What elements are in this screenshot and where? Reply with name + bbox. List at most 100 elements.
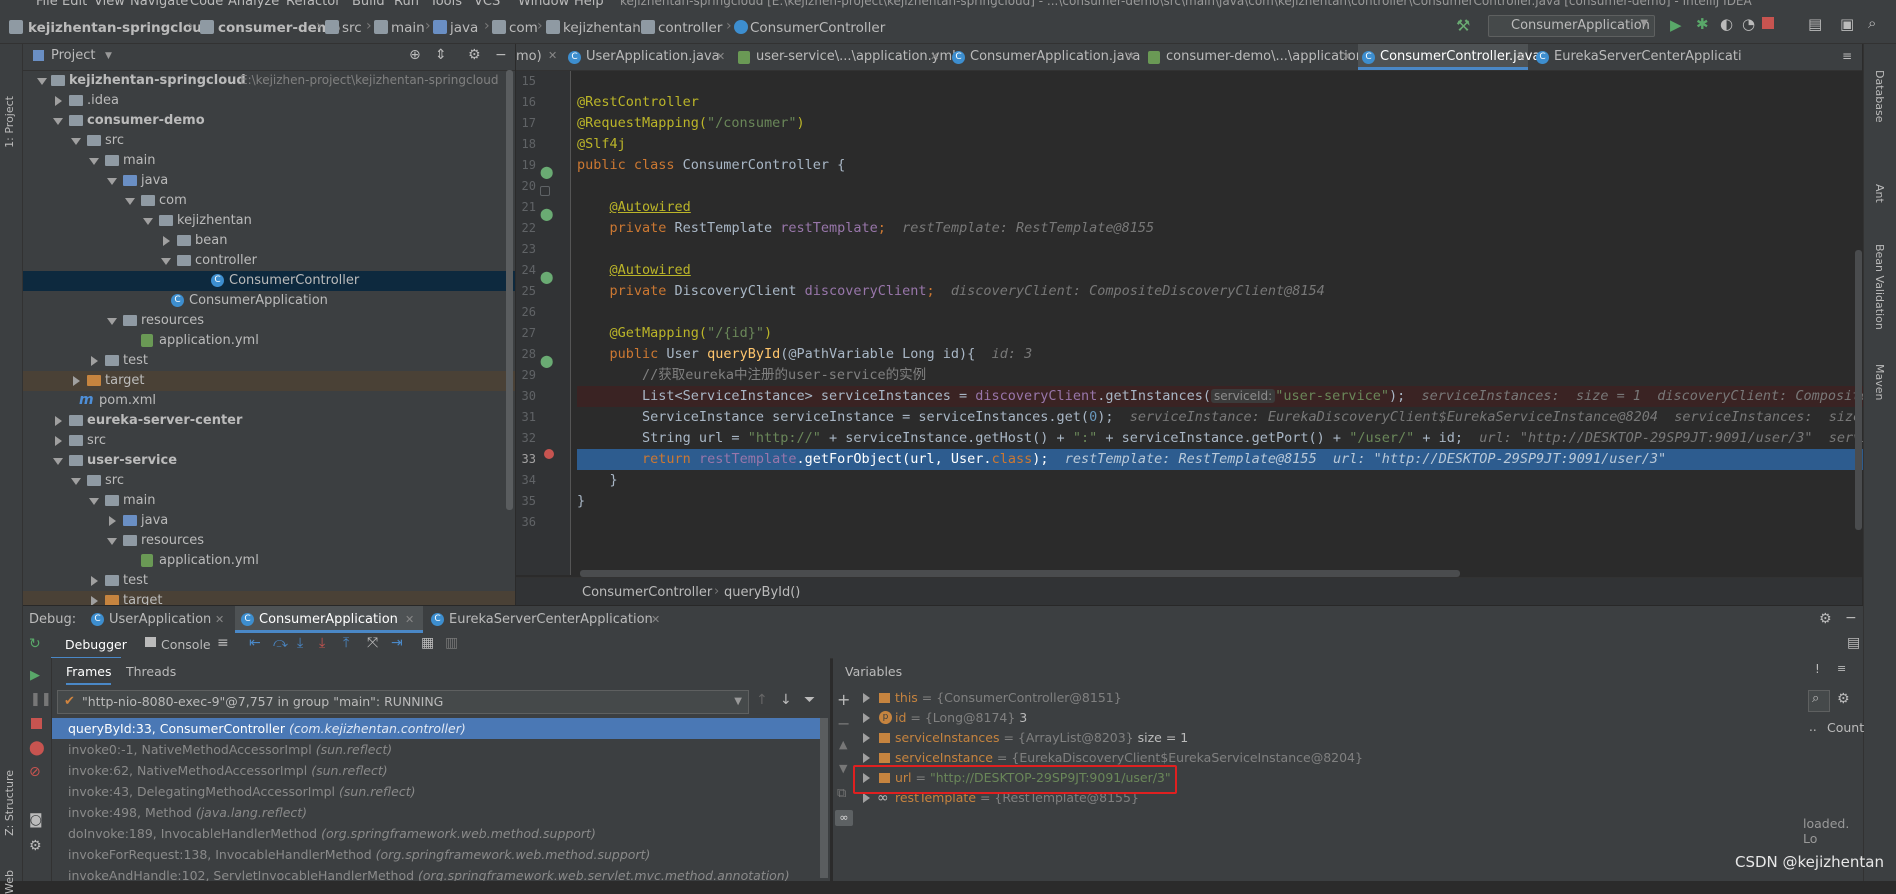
autowired-gutter-icon[interactable]: ⬤ [540,207,553,221]
run-to-cursor-icon[interactable]: ⇥ [391,635,403,651]
profile-icon[interactable]: ◔ [1742,15,1755,33]
coverage-icon[interactable]: ◐ [1720,15,1733,33]
editor-horizontal-scrollbar[interactable] [580,570,1460,577]
expand-arrow-icon[interactable] [107,178,117,185]
editor-vertical-scrollbar[interactable] [1855,250,1862,530]
gear-icon[interactable]: ⚙ [1837,691,1850,707]
frame-row[interactable]: invoke:43, DelegatingMethodAccessorImpl … [52,781,822,802]
count-column[interactable]: Count [1827,720,1864,735]
crumb-project[interactable]: kejizhentan-springcloud [28,20,211,36]
tab-consumer-application[interactable]: C ConsumerApplication.java ✕ [948,44,1140,70]
minimize-icon[interactable]: − [495,47,507,63]
tree-item[interactable]: target [23,591,515,605]
tab-user-service-yml[interactable]: user-service\...\application.yml ✕ [734,44,956,70]
tree-item[interactable]: user-service [23,451,515,471]
stop-icon[interactable] [31,718,42,729]
tree-item[interactable]: main [23,491,515,511]
frame-row[interactable]: invoke:62, NativeMethodAccessorImpl (sun… [52,760,822,781]
filter-icon[interactable]: ⏷ [804,692,815,708]
view-breakpoints-icon[interactable]: ⬤ [29,740,45,756]
remove-icon[interactable]: − [837,714,850,733]
expand-arrow-icon[interactable] [863,733,870,743]
menu-help[interactable]: Help [574,0,604,8]
tab-console[interactable]: Console [161,637,211,652]
tree-item[interactable]: C ConsumerApplication [23,291,515,311]
trace-icon[interactable]: ▥ [445,635,458,651]
run-icon[interactable]: ▶ [1670,16,1682,34]
tree-item[interactable]: java [23,511,515,531]
fold-marker-icon[interactable] [540,186,550,196]
force-step-into-icon[interactable]: ⤓ [319,635,325,651]
expand-arrow-icon[interactable] [107,538,117,545]
web-tool-tab[interactable]: Web [3,870,16,894]
tree-item[interactable]: m pom.xml [23,391,515,411]
minimize-icon[interactable]: − [1845,610,1857,626]
ant-tool-tab[interactable]: Ant [1873,184,1886,203]
camera-icon[interactable]: ◙ [29,812,43,828]
bean-validation-tool-tab[interactable]: Bean Validation [1873,244,1886,330]
maven-tool-tab[interactable]: Maven [1873,364,1886,400]
tree-item[interactable]: resources [23,531,515,551]
add-icon[interactable]: + [837,690,850,709]
tree-item[interactable]: resources [23,311,515,331]
rerun-icon[interactable]: ↻ [29,636,41,652]
expand-arrow-icon[interactable] [73,376,80,386]
database-tool-tab[interactable]: Database [1873,70,1886,123]
expand-arrow-icon[interactable] [107,318,117,325]
tree-item[interactable]: bean [23,231,515,251]
crumb-module[interactable]: consumer-demo [218,20,340,36]
menu-edit[interactable]: Edit [62,0,87,8]
tree-item[interactable]: main [23,151,515,171]
tree-item[interactable]: com [23,191,515,211]
tabs-overflow-icon[interactable]: ≡ [1842,49,1852,63]
frame-row[interactable]: invokeAndHandle:102, ServletInvocableHan… [52,865,822,881]
copy-icon[interactable]: ⧉ [837,786,846,801]
tab-frames[interactable]: Frames [66,664,112,685]
search-icon[interactable]: ⌕ [1808,690,1830,712]
bean-gutter-icon[interactable]: ⬤ [540,165,553,179]
chevron-down-icon[interactable]: ▼ [105,51,112,61]
close-icon[interactable]: ✕ [930,44,939,70]
crumb-class[interactable]: ConsumerController [750,20,885,36]
tree-item[interactable]: src [23,471,515,491]
panel-menu-icon[interactable]: ≡ [1837,662,1846,675]
expand-arrow-icon[interactable] [91,576,98,586]
project-view-select[interactable]: Project [51,48,95,63]
build-hammer-icon[interactable]: ⚒ [1456,16,1470,35]
gear-icon[interactable]: ⚙ [29,838,42,854]
expand-arrow-icon[interactable] [37,78,47,85]
tree-item[interactable]: test [23,571,515,591]
expand-arrow-icon[interactable] [143,218,153,225]
tree-item[interactable]: .idea [23,91,515,111]
expand-arrow-icon[interactable] [863,753,870,763]
step-over-icon[interactable]: ⤼ [273,635,288,651]
menu-file[interactable]: File [36,0,58,8]
expand-arrow-icon[interactable] [91,596,98,605]
menu-lines-icon[interactable]: ≡ [217,635,229,651]
menu-build[interactable]: Build [352,0,385,8]
tree-item[interactable]: eureka-server-center [23,411,515,431]
frames-scrollbar[interactable] [820,718,828,878]
expand-arrow-icon[interactable] [71,478,81,485]
run-config-select[interactable]: ConsumerApplication ▼ [1488,15,1655,37]
frame-row[interactable]: invoke:498, Method (java.lang.reflect) [52,802,822,823]
expand-arrow-icon[interactable] [125,198,135,205]
tree-item-selected[interactable]: C ConsumerController [23,271,515,291]
tab-threads[interactable]: Threads [126,664,176,679]
menu-refactor[interactable]: Refactor [286,0,341,8]
tree-item[interactable]: controller [23,251,515,271]
session-tab-eureka-server[interactable]: C EurekaServerCenterApplication ✕ [427,606,667,633]
tab-consumer-demo-yml[interactable]: consumer-demo\...\application.yml ✕ [1144,44,1392,70]
menu-window[interactable]: Window [518,0,569,8]
thread-select[interactable]: ✔ "http-nio-8080-exec-9"@7,757 in group … [57,690,749,714]
menu-analyze[interactable]: Analyze [228,0,279,8]
close-icon[interactable]: ✕ [548,49,557,62]
tab-user-application[interactable]: C UserApplication.java ✕ [564,44,728,70]
gear-icon[interactable]: ⚙ [1819,611,1832,627]
show-execution-point-icon[interactable]: ⇤ [249,635,261,651]
stop-icon[interactable] [1762,17,1774,29]
expand-arrow-icon[interactable] [53,118,63,125]
expand-arrow-icon[interactable] [89,158,99,165]
menu-run[interactable]: Run [394,0,419,8]
close-icon[interactable]: ✕ [1516,44,1525,70]
